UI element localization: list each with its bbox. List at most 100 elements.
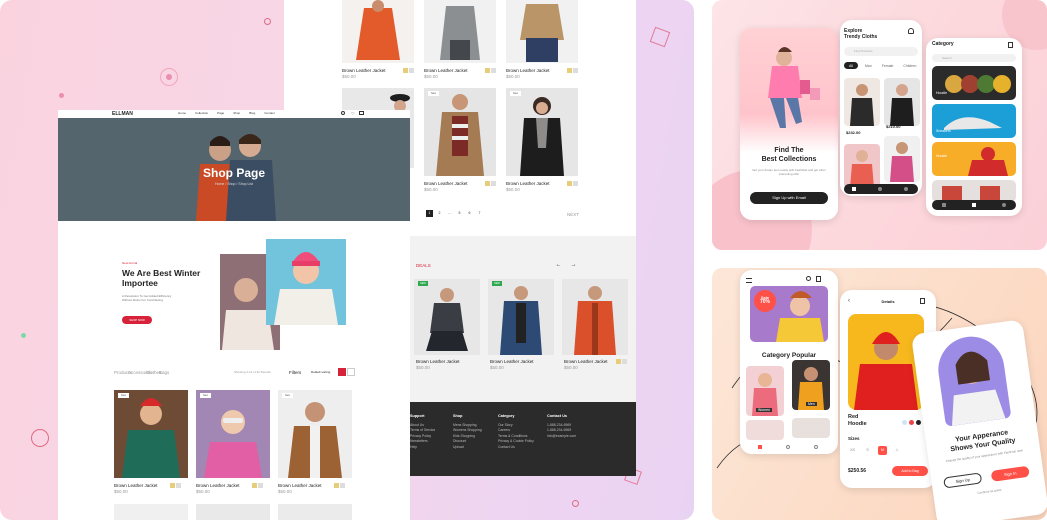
product-image[interactable] [506,0,578,63]
product-name[interactable]: Brown Leather Jacket [114,483,158,488]
user-icon[interactable] [1002,203,1006,207]
product-image[interactable]: NEW [414,279,480,355]
color-swatch[interactable] [902,420,907,425]
category-card[interactable]: Men [792,360,830,410]
sort-select[interactable]: Default sorting [311,370,330,374]
product-tile[interactable] [746,420,784,440]
color-swatch[interactable] [485,68,490,73]
nav-link[interactable]: Blog [249,111,255,115]
product-image[interactable]: NEW [488,279,554,355]
heart-icon[interactable] [878,187,882,191]
next-page-link[interactable]: NEXT [567,212,579,217]
search-input[interactable]: Find Products [844,47,918,56]
product-name[interactable]: Brown Leather Jacket [424,181,468,186]
bag-icon[interactable] [816,276,821,282]
filter-tab[interactable]: Female [879,62,897,69]
cart-icon[interactable] [359,111,364,115]
category-card[interactable]: Hoodie [932,66,1016,100]
product-name[interactable]: Brown Leather Jacket [278,483,322,488]
filter-tab[interactable]: Man [862,62,875,69]
product-image[interactable] [424,0,496,63]
product-image[interactable] [278,504,352,520]
color-swatch[interactable] [176,483,181,488]
product-image[interactable] [196,504,270,520]
footer-link[interactable]: Help [410,445,435,451]
color-swatch[interactable] [340,483,345,488]
color-swatch[interactable] [616,359,621,364]
product-tile[interactable] [884,136,920,182]
color-swatch[interactable] [573,68,578,73]
prev-arrow-icon[interactable]: ← [554,262,563,269]
sign-in-button[interactable]: Sign In [990,465,1030,482]
size-option[interactable]: S [863,446,872,455]
product-name[interactable]: Brown Leather Jacket [490,359,534,364]
product-name[interactable]: Brown Leather Jacket [564,359,608,364]
product-tile[interactable] [844,144,880,188]
color-swatch[interactable] [491,68,496,73]
home-icon[interactable] [942,203,946,207]
bag-icon[interactable] [1008,42,1013,48]
footer-link[interactable]: Contact Us [498,445,534,451]
search-input[interactable]: Search [932,54,1016,62]
grid-view-button[interactable] [338,368,346,376]
category-icon[interactable] [972,203,976,207]
menu-icon[interactable] [746,278,752,283]
color-swatch[interactable] [909,420,914,425]
user-icon[interactable] [904,187,908,191]
product-image[interactable]: New [506,88,578,176]
nav-link[interactable]: Collection [195,111,208,115]
color-swatch[interactable] [491,181,496,186]
footer-link[interactable]: Upload [453,445,482,451]
footer-link[interactable]: Terms of Service [410,428,435,434]
product-name[interactable]: Brown Leather Jacket [424,68,468,73]
product-name[interactable]: Brown Leather Jacket [506,68,550,73]
list-view-button[interactable] [347,368,355,376]
product-image[interactable] [114,504,188,520]
filters-button[interactable]: Filters [289,370,301,375]
color-swatch[interactable] [573,181,578,186]
color-swatch[interactable] [916,420,921,425]
category-card[interactable]: Hoodie [932,142,1016,176]
category-card[interactable]: Women [746,366,784,416]
color-swatch[interactable] [622,359,627,364]
footer-link[interactable]: Privacy & Cookie Policy [498,439,534,445]
product-image[interactable]: New [278,390,352,478]
product-image[interactable] [562,279,628,355]
product-name[interactable]: Brown Leather Jacket [196,483,240,488]
size-option[interactable]: XS [848,446,857,455]
color-swatch[interactable] [252,483,257,488]
filter-tab[interactable]: Children [900,62,919,69]
product-name[interactable]: Brown Leather Jacket [416,359,460,364]
signup-email-button[interactable]: Sign Up with Email [750,192,828,204]
product-image[interactable]: New [114,390,188,478]
home-icon[interactable] [852,187,856,191]
filter-tab-active[interactable]: All [844,62,858,69]
next-arrow-icon[interactable]: → [569,262,578,269]
color-swatch[interactable] [403,68,408,73]
breadcrumb[interactable]: Home / Shop / Shop List [58,182,410,186]
product-image[interactable] [342,0,414,63]
user-icon[interactable] [814,445,818,449]
nav-link[interactable]: Shop [233,111,240,115]
category-card[interactable] [932,180,1016,202]
heart-icon[interactable] [786,445,790,449]
color-swatch[interactable] [567,68,572,73]
product-name[interactable]: Brown Leather Jacket [342,68,386,73]
color-swatch[interactable] [567,181,572,186]
search-icon[interactable] [341,111,345,115]
nav-link[interactable]: Page [217,111,224,115]
page-button[interactable]: 5 [456,210,463,217]
color-swatch[interactable] [409,68,414,73]
size-option[interactable]: L [893,446,902,455]
page-button[interactable]: 6 [466,210,473,217]
category-tab[interactable]: Bags [159,370,169,375]
product-tile[interactable] [844,78,880,126]
page-button[interactable]: 7 [476,210,483,217]
page-button[interactable]: 1 [426,210,433,217]
heart-icon[interactable]: ♡ [351,111,355,116]
sale-banner[interactable]: Sale 70% [750,286,828,342]
home-icon[interactable] [758,445,762,449]
product-tile[interactable] [792,418,830,438]
shop-now-button[interactable]: SHOP NOW [122,316,152,324]
search-icon[interactable] [806,276,811,281]
